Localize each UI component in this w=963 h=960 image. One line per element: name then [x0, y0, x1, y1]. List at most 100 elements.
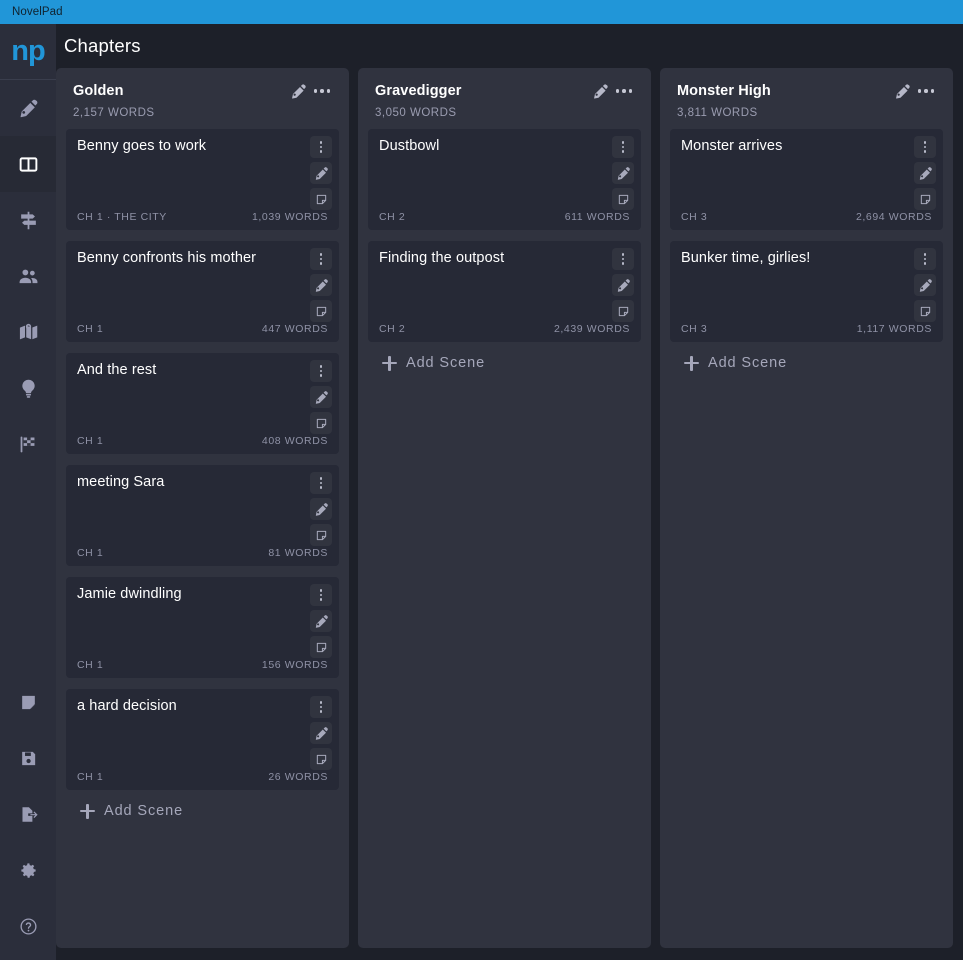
scene-card[interactable]: a hard decision CH 1 26 WORDS	[66, 689, 339, 790]
scene-word-count: 2,694 WORDS	[855, 211, 932, 223]
ellipsis-vertical-icon[interactable]	[612, 136, 634, 158]
pen-nib-icon[interactable]	[310, 162, 332, 184]
scene-card-actions	[310, 360, 332, 434]
scene-word-count: 408 WORDS	[261, 435, 328, 447]
pen-nib-icon[interactable]	[286, 80, 310, 102]
ellipsis-vertical-icon[interactable]	[310, 360, 332, 382]
scene-card[interactable]: Dustbowl CH 2 611 WORDS	[368, 129, 641, 230]
ellipsis-horizontal-icon[interactable]	[612, 80, 636, 102]
sticky-note-icon[interactable]	[310, 188, 332, 210]
scene-card-footer: CH 2 611 WORDS	[379, 211, 630, 223]
sticky-note-icon[interactable]	[612, 188, 634, 210]
scene-word-count: 81 WORDS	[268, 547, 328, 559]
chapter-title: Gravedigger	[375, 83, 462, 99]
ellipsis-vertical-icon[interactable]	[914, 248, 936, 270]
ellipsis-vertical-icon[interactable]	[310, 472, 332, 494]
sidebar-item-locations[interactable]	[0, 304, 56, 360]
scene-card-actions	[310, 136, 332, 210]
sidebar-item-notes[interactable]	[0, 674, 56, 730]
scene-card-actions	[914, 248, 936, 322]
gear-icon	[19, 861, 38, 880]
app-logo[interactable]: np	[0, 24, 56, 80]
sidebar-item-goals[interactable]	[0, 416, 56, 472]
sidebar-item-save[interactable]	[0, 730, 56, 786]
scene-chapter-label: CH 1	[77, 435, 104, 447]
sidebar-item-settings[interactable]	[0, 842, 56, 898]
scene-card-list: Monster arrives CH 3 2,694 WORDS Bunker tim…	[670, 129, 943, 342]
add-scene-button[interactable]: Add Scene	[66, 790, 339, 819]
window-title: NovelPad	[12, 6, 63, 18]
plus-icon	[80, 803, 95, 819]
chapter-title: Golden	[73, 83, 124, 99]
ellipsis-vertical-icon[interactable]	[310, 248, 332, 270]
map-icon	[18, 322, 39, 343]
ellipsis-vertical-icon[interactable]	[310, 696, 332, 718]
pen-nib-icon[interactable]	[914, 274, 936, 296]
ellipsis-vertical-icon[interactable]	[612, 248, 634, 270]
scene-card-actions	[612, 248, 634, 322]
scene-card[interactable]: And the rest CH 1 408 WORDS	[66, 353, 339, 454]
pen-nib-icon[interactable]	[310, 386, 332, 408]
ellipsis-horizontal-icon[interactable]	[310, 80, 334, 102]
sticky-note-icon[interactable]	[612, 300, 634, 322]
scene-card[interactable]: Monster arrives CH 3 2,694 WORDS	[670, 129, 943, 230]
add-scene-label: Add Scene	[104, 803, 184, 819]
scene-word-count: 156 WORDS	[261, 659, 328, 671]
chapter-column: Gravedigger 3,050 WORDS Dustbowl CH 2 611 WO…	[358, 68, 651, 948]
scene-card-footer: CH 3 2,694 WORDS	[681, 211, 932, 223]
scene-card-footer: CH 3 1,117 WORDS	[681, 323, 932, 335]
sidebar-item-export[interactable]	[0, 786, 56, 842]
sidebar-item-characters[interactable]	[0, 248, 56, 304]
sticky-note-icon[interactable]	[310, 412, 332, 434]
sticky-note-icon[interactable]	[310, 300, 332, 322]
scene-chapter-label: CH 2	[379, 211, 406, 223]
pen-nib-icon[interactable]	[310, 274, 332, 296]
scene-card[interactable]: Jamie dwindling CH 1 156 WORDS	[66, 577, 339, 678]
chapter-title: Monster High	[677, 83, 771, 99]
sidebar-item-ideas[interactable]	[0, 360, 56, 416]
pen-nib-icon[interactable]	[612, 162, 634, 184]
scene-title: Bunker time, girlies!	[681, 250, 811, 266]
scene-word-count: 447 WORDS	[261, 323, 328, 335]
sticky-note-icon[interactable]	[310, 524, 332, 546]
checkered-flag-icon	[18, 434, 39, 455]
pen-nib-icon[interactable]	[310, 498, 332, 520]
add-scene-button[interactable]: Add Scene	[670, 342, 943, 371]
ellipsis-vertical-icon[interactable]	[310, 584, 332, 606]
add-scene-button[interactable]: Add Scene	[368, 342, 641, 371]
scene-card[interactable]: Benny goes to work CH 1 · THE CITY 1,039 W…	[66, 129, 339, 230]
pen-nib-icon[interactable]	[612, 274, 634, 296]
scene-card-actions	[310, 248, 332, 322]
pen-nib-icon[interactable]	[914, 162, 936, 184]
scene-title: Finding the outpost	[379, 250, 505, 266]
sidebar-item-write[interactable]	[0, 80, 56, 136]
ellipsis-vertical-icon[interactable]	[310, 136, 332, 158]
pen-nib-icon[interactable]	[310, 610, 332, 632]
sidebar-item-help[interactable]	[0, 898, 56, 954]
scene-title: meeting Sara	[77, 474, 165, 490]
scene-card[interactable]: Benny confronts his mother CH 1 447 WORDS	[66, 241, 339, 342]
scene-card[interactable]: Bunker time, girlies! CH 3 1,117 WORDS	[670, 241, 943, 342]
sidebar-item-chapters[interactable]	[0, 136, 56, 192]
scene-title: a hard decision	[77, 698, 177, 714]
pen-nib-icon[interactable]	[890, 80, 914, 102]
sticky-note-icon[interactable]	[914, 188, 936, 210]
ellipsis-vertical-icon[interactable]	[914, 136, 936, 158]
sidebar-bottom-group	[0, 674, 56, 960]
add-scene-label: Add Scene	[708, 355, 788, 371]
scene-card-list: Dustbowl CH 2 611 WORDS Finding the outpost…	[368, 129, 641, 342]
pen-nib-icon[interactable]	[310, 722, 332, 744]
sidebar: np	[0, 24, 56, 960]
sticky-note-icon[interactable]	[310, 748, 332, 770]
sticky-note-icon[interactable]	[310, 636, 332, 658]
sidebar-item-plot[interactable]	[0, 192, 56, 248]
ellipsis-horizontal-icon[interactable]	[914, 80, 938, 102]
sticky-note-icon[interactable]	[914, 300, 936, 322]
scene-card[interactable]: meeting Sara CH 1 81 WORDS	[66, 465, 339, 566]
pen-nib-icon[interactable]	[588, 80, 612, 102]
scene-card-actions	[310, 472, 332, 546]
scene-title: Benny goes to work	[77, 138, 207, 154]
scene-chapter-label: CH 1	[77, 659, 104, 671]
scene-card[interactable]: Finding the outpost CH 2 2,439 WORDS	[368, 241, 641, 342]
